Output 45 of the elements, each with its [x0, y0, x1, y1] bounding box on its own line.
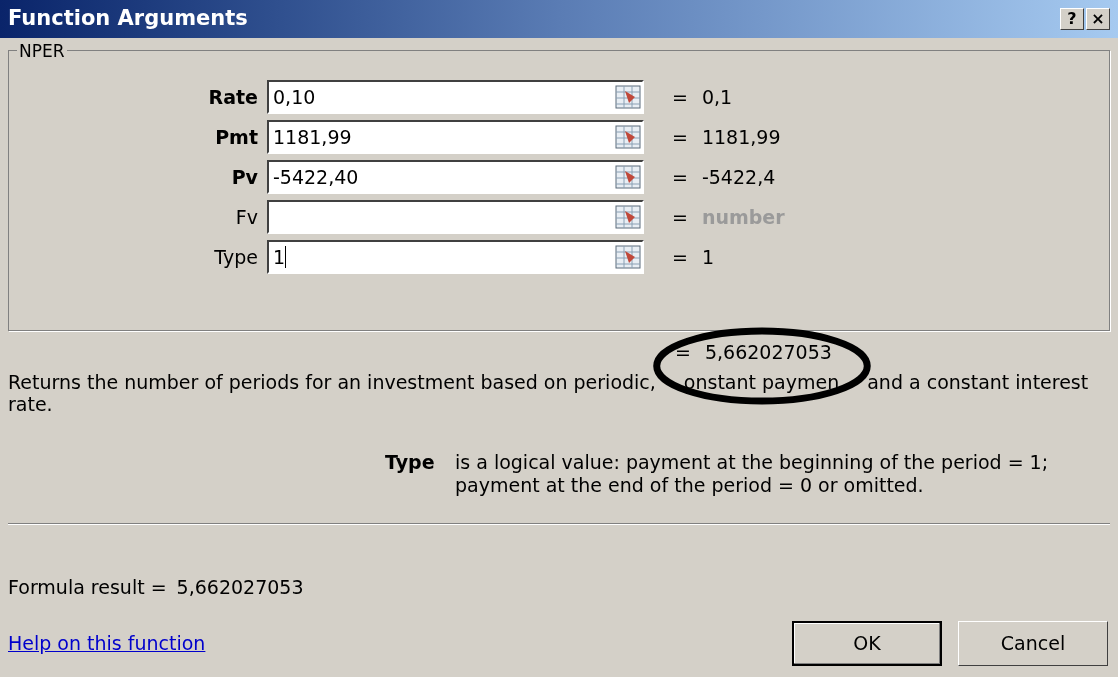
help-link[interactable]: Help on this function [8, 629, 792, 658]
input-field[interactable]: 0,10 [267, 80, 644, 114]
collapse-dialog-icon[interactable] [615, 125, 641, 149]
input-field[interactable]: -5422,40 [267, 160, 644, 194]
argument-name: Type [385, 451, 436, 475]
argument-result: 0,1 [701, 84, 733, 110]
equals-sign: = [672, 84, 688, 110]
collapse-dialog-icon[interactable] [615, 85, 641, 109]
description-text: rate. [8, 393, 53, 415]
ok-button[interactable]: OK [792, 621, 942, 666]
collapse-dialog-icon[interactable] [615, 245, 641, 269]
input-field[interactable]: 1181,99 [267, 120, 644, 154]
cancel-button[interactable]: Cancel [958, 621, 1108, 666]
equals-sign: = [672, 204, 688, 230]
field-value: 0,10 [273, 84, 316, 110]
description-text: Returns the number of periods for an investment based on periodic, [8, 371, 656, 393]
collapse-dialog-icon[interactable] [615, 165, 641, 189]
equals-sign: = [672, 164, 688, 190]
argument-label: Pmt [214, 124, 259, 150]
equals-sign: = [672, 244, 688, 270]
argument-result: -5422,4 [701, 164, 776, 190]
input-field[interactable] [267, 200, 644, 234]
window-title: Function Arguments [8, 5, 249, 33]
equals-sign: = [675, 339, 691, 365]
help-button[interactable]: ? [1060, 8, 1084, 30]
argument-label: Pv [230, 164, 259, 190]
field-value: 1 [273, 244, 286, 270]
argument-help-text: is a logical value: payment at the beginning of the period = 1; payment at the end of the period = 0 or omitted. [455, 451, 1050, 497]
field-value: -5422,40 [273, 164, 359, 190]
input-field[interactable]: 1 [267, 240, 644, 274]
description-text: onstant paymen [683, 371, 840, 393]
argument-label: Fv [234, 204, 259, 230]
field-value: 1181,99 [273, 124, 352, 150]
equals-sign: = [672, 124, 688, 150]
function-result: 5,662027053 [704, 339, 832, 365]
argument-result: 1 [701, 244, 714, 270]
argument-label: Type [213, 244, 259, 270]
formula-result-value: 5,662027053 [176, 574, 304, 600]
description-text: and a constant interest [867, 371, 1089, 393]
formula-result-label: Formula result = [8, 574, 167, 600]
collapse-dialog-icon[interactable] [615, 205, 641, 229]
argument-result: 1181,99 [701, 124, 781, 150]
argument-label: Rate [207, 84, 259, 110]
argument-result: number [701, 204, 785, 230]
close-button[interactable]: × [1086, 8, 1110, 30]
